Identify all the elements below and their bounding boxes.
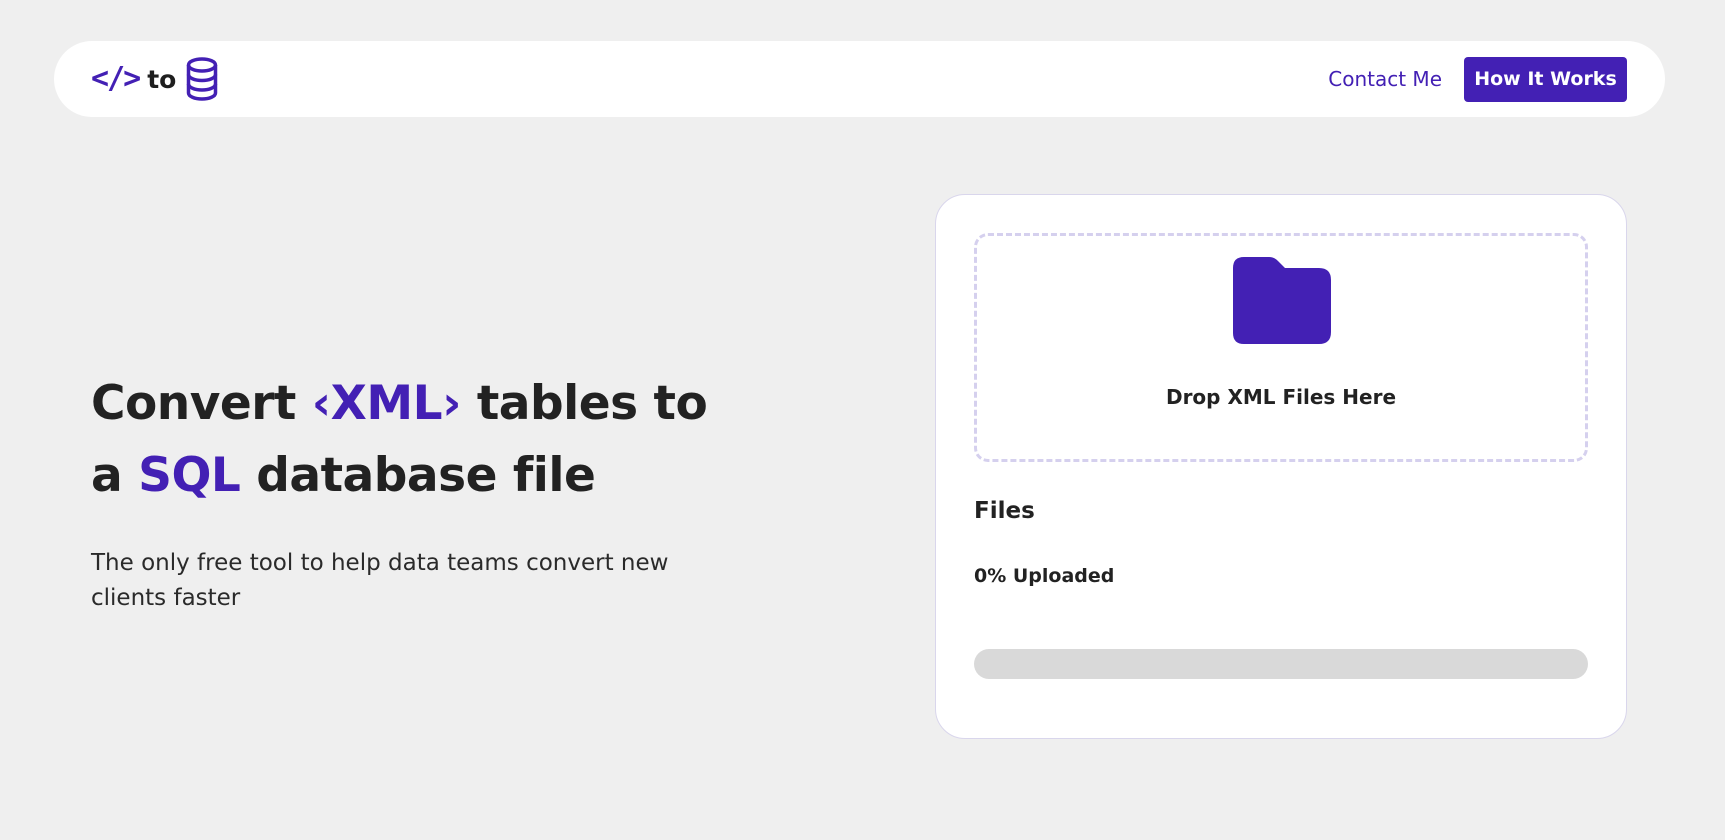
hero-subtitle: The only free tool to help data teams co… xyxy=(91,550,669,611)
upload-card: Drop XML Files Here Files 0% Uploaded xyxy=(935,194,1627,739)
folder-icon xyxy=(1233,257,1331,349)
code-icon: </> xyxy=(91,61,141,96)
hero-title: Convert ‹XML› tables to a SQL database f… xyxy=(91,368,731,512)
hero-title-xml: ‹XML› xyxy=(311,376,462,431)
database-icon xyxy=(186,57,218,101)
file-dropzone[interactable]: Drop XML Files Here xyxy=(974,233,1588,462)
upload-status-text: 0% Uploaded xyxy=(974,565,1115,587)
hero-title-sql: SQL xyxy=(138,448,241,503)
top-navbar: </> to Contact Me How It Works xyxy=(54,41,1665,117)
nav-actions: Contact Me How It Works xyxy=(1328,56,1627,102)
hero-section: Convert ‹XML› tables to a SQL database f… xyxy=(91,368,731,616)
hero-title-text: database file xyxy=(240,448,596,503)
files-heading: Files xyxy=(974,498,1035,524)
upload-progress-bar xyxy=(974,649,1588,679)
contact-me-link[interactable]: Contact Me xyxy=(1328,67,1442,91)
hero-title-text: Convert xyxy=(91,376,312,431)
brand-logo[interactable]: </> to xyxy=(91,57,218,101)
logo-connector-text: to xyxy=(147,64,177,94)
dropzone-label: Drop XML Files Here xyxy=(1165,385,1397,409)
how-it-works-button[interactable]: How It Works xyxy=(1464,56,1627,102)
